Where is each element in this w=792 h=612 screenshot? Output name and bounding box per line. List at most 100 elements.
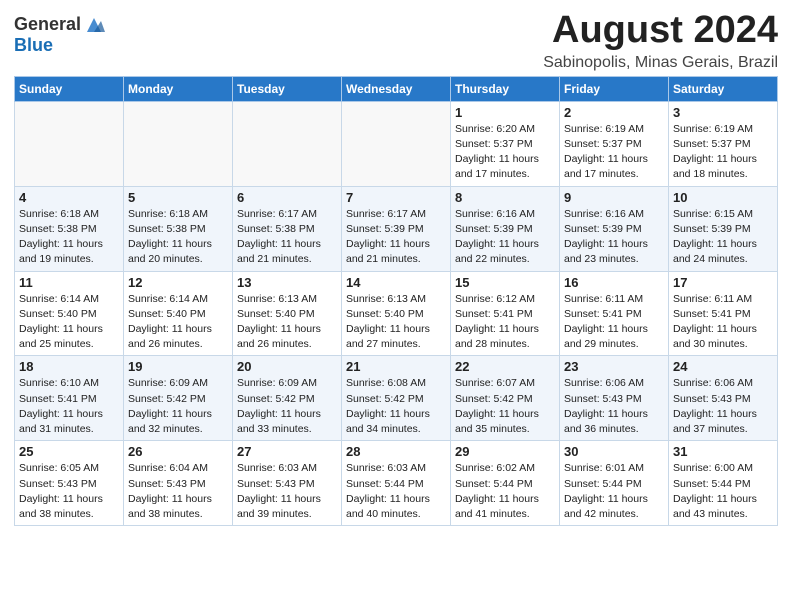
day-info: Sunrise: 6:10 AMSunset: 5:41 PMDaylight:… [19,376,119,437]
day-info: Sunrise: 6:18 AMSunset: 5:38 PMDaylight:… [19,207,119,268]
day-info: Sunrise: 6:00 AMSunset: 5:44 PMDaylight:… [673,461,773,522]
day-number: 5 [128,190,228,205]
day-number: 29 [455,444,555,459]
page: General Blue August 2024 Sabinopolis, Mi… [0,0,792,612]
day-number: 17 [673,275,773,290]
calendar-cell: 18 Sunrise: 6:10 AMSunset: 5:41 PMDayligh… [15,356,124,441]
day-info: Sunrise: 6:03 AMSunset: 5:43 PMDaylight:… [237,461,337,522]
day-number: 22 [455,359,555,374]
day-number: 18 [19,359,119,374]
day-info: Sunrise: 6:05 AMSunset: 5:43 PMDaylight:… [19,461,119,522]
day-number: 27 [237,444,337,459]
day-number: 10 [673,190,773,205]
day-info: Sunrise: 6:20 AMSunset: 5:37 PMDaylight:… [455,122,555,183]
day-number: 30 [564,444,664,459]
day-number: 4 [19,190,119,205]
day-number: 23 [564,359,664,374]
day-info: Sunrise: 6:11 AMSunset: 5:41 PMDaylight:… [673,292,773,353]
calendar-cell: 20 Sunrise: 6:09 AMSunset: 5:42 PMDayligh… [233,356,342,441]
week-row-1: 4 Sunrise: 6:18 AMSunset: 5:38 PMDaylight… [15,186,778,271]
calendar-cell: 4 Sunrise: 6:18 AMSunset: 5:38 PMDaylight… [15,186,124,271]
day-info: Sunrise: 6:14 AMSunset: 5:40 PMDaylight:… [19,292,119,353]
calendar-cell: 17 Sunrise: 6:11 AMSunset: 5:41 PMDayligh… [669,271,778,356]
day-number: 25 [19,444,119,459]
day-number: 20 [237,359,337,374]
calendar-cell [15,101,124,186]
calendar-cell: 15Sunrise: 6:12 AMSunset: 5:41 PMDayligh… [451,271,560,356]
weekday-header-monday: Monday [124,76,233,101]
day-info: Sunrise: 6:16 AMSunset: 5:39 PMDaylight:… [564,207,664,268]
calendar-cell: 16 Sunrise: 6:11 AMSunset: 5:41 PMDayligh… [560,271,669,356]
calendar-cell: 9 Sunrise: 6:16 AMSunset: 5:39 PMDaylight… [560,186,669,271]
weekday-header-sunday: Sunday [15,76,124,101]
day-number: 2 [564,105,664,120]
day-number: 31 [673,444,773,459]
day-number: 24 [673,359,773,374]
calendar-cell: 7Sunrise: 6:17 AMSunset: 5:39 PMDaylight… [342,186,451,271]
day-info: Sunrise: 6:19 AMSunset: 5:37 PMDaylight:… [564,122,664,183]
day-info: Sunrise: 6:17 AMSunset: 5:38 PMDaylight:… [237,207,337,268]
location-title: Sabinopolis, Minas Gerais, Brazil [543,54,778,72]
day-info: Sunrise: 6:09 AMSunset: 5:42 PMDaylight:… [128,376,228,437]
calendar-cell [124,101,233,186]
calendar-cell: 2 Sunrise: 6:19 AMSunset: 5:37 PMDaylight… [560,101,669,186]
calendar-header: SundayMondayTuesdayWednesdayThursdayFrid… [15,76,778,101]
header: General Blue August 2024 Sabinopolis, Mi… [14,10,778,72]
logo-blue-text: Blue [14,36,105,56]
day-number: 28 [346,444,446,459]
weekday-header-thursday: Thursday [451,76,560,101]
day-number: 9 [564,190,664,205]
day-info: Sunrise: 6:04 AMSunset: 5:43 PMDaylight:… [128,461,228,522]
day-number: 16 [564,275,664,290]
day-number: 14 [346,275,446,290]
day-info: Sunrise: 6:19 AMSunset: 5:37 PMDaylight:… [673,122,773,183]
day-info: Sunrise: 6:02 AMSunset: 5:44 PMDaylight:… [455,461,555,522]
calendar-cell: 28 Sunrise: 6:03 AMSunset: 5:44 PMDayligh… [342,441,451,526]
calendar-cell: 25 Sunrise: 6:05 AMSunset: 5:43 PMDayligh… [15,441,124,526]
calendar-body: 1Sunrise: 6:20 AMSunset: 5:37 PMDaylight… [15,101,778,525]
calendar-cell: 10 Sunrise: 6:15 AMSunset: 5:39 PMDayligh… [669,186,778,271]
calendar-cell: 24 Sunrise: 6:06 AMSunset: 5:43 PMDayligh… [669,356,778,441]
day-number: 6 [237,190,337,205]
logo-general-text: General [14,15,81,35]
calendar-cell [342,101,451,186]
calendar-cell: 5 Sunrise: 6:18 AMSunset: 5:38 PMDaylight… [124,186,233,271]
day-number: 3 [673,105,773,120]
calendar-cell: 30 Sunrise: 6:01 AMSunset: 5:44 PMDayligh… [560,441,669,526]
calendar-cell: 11 Sunrise: 6:14 AMSunset: 5:40 PMDayligh… [15,271,124,356]
month-title: August 2024 [543,10,778,52]
day-number: 13 [237,275,337,290]
calendar-cell: 14Sunrise: 6:13 AMSunset: 5:40 PMDayligh… [342,271,451,356]
day-info: Sunrise: 6:08 AMSunset: 5:42 PMDaylight:… [346,376,446,437]
calendar-cell: 26 Sunrise: 6:04 AMSunset: 5:43 PMDayligh… [124,441,233,526]
day-info: Sunrise: 6:15 AMSunset: 5:39 PMDaylight:… [673,207,773,268]
day-info: Sunrise: 6:06 AMSunset: 5:43 PMDaylight:… [673,376,773,437]
week-row-0: 1Sunrise: 6:20 AMSunset: 5:37 PMDaylight… [15,101,778,186]
day-number: 21 [346,359,446,374]
day-number: 8 [455,190,555,205]
day-info: Sunrise: 6:09 AMSunset: 5:42 PMDaylight:… [237,376,337,437]
logo: General Blue [14,14,105,56]
day-info: Sunrise: 6:11 AMSunset: 5:41 PMDaylight:… [564,292,664,353]
day-info: Sunrise: 6:13 AMSunset: 5:40 PMDaylight:… [237,292,337,353]
day-info: Sunrise: 6:06 AMSunset: 5:43 PMDaylight:… [564,376,664,437]
calendar-cell: 1Sunrise: 6:20 AMSunset: 5:37 PMDaylight… [451,101,560,186]
calendar-cell: 29 Sunrise: 6:02 AMSunset: 5:44 PMDayligh… [451,441,560,526]
day-info: Sunrise: 6:18 AMSunset: 5:38 PMDaylight:… [128,207,228,268]
day-info: Sunrise: 6:03 AMSunset: 5:44 PMDaylight:… [346,461,446,522]
calendar-cell: 19Sunrise: 6:09 AMSunset: 5:42 PMDayligh… [124,356,233,441]
title-block: August 2024 Sabinopolis, Minas Gerais, B… [543,10,778,72]
calendar-cell [233,101,342,186]
day-number: 12 [128,275,228,290]
weekday-header-tuesday: Tuesday [233,76,342,101]
week-row-3: 18 Sunrise: 6:10 AMSunset: 5:41 PMDayligh… [15,356,778,441]
day-info: Sunrise: 6:14 AMSunset: 5:40 PMDaylight:… [128,292,228,353]
calendar-cell: 27 Sunrise: 6:03 AMSunset: 5:43 PMDayligh… [233,441,342,526]
day-number: 26 [128,444,228,459]
week-row-4: 25 Sunrise: 6:05 AMSunset: 5:43 PMDayligh… [15,441,778,526]
day-info: Sunrise: 6:01 AMSunset: 5:44 PMDaylight:… [564,461,664,522]
day-info: Sunrise: 6:07 AMSunset: 5:42 PMDaylight:… [455,376,555,437]
day-number: 11 [19,275,119,290]
calendar-cell: 8Sunrise: 6:16 AMSunset: 5:39 PMDaylight… [451,186,560,271]
calendar-cell: 13 Sunrise: 6:13 AMSunset: 5:40 PMDayligh… [233,271,342,356]
